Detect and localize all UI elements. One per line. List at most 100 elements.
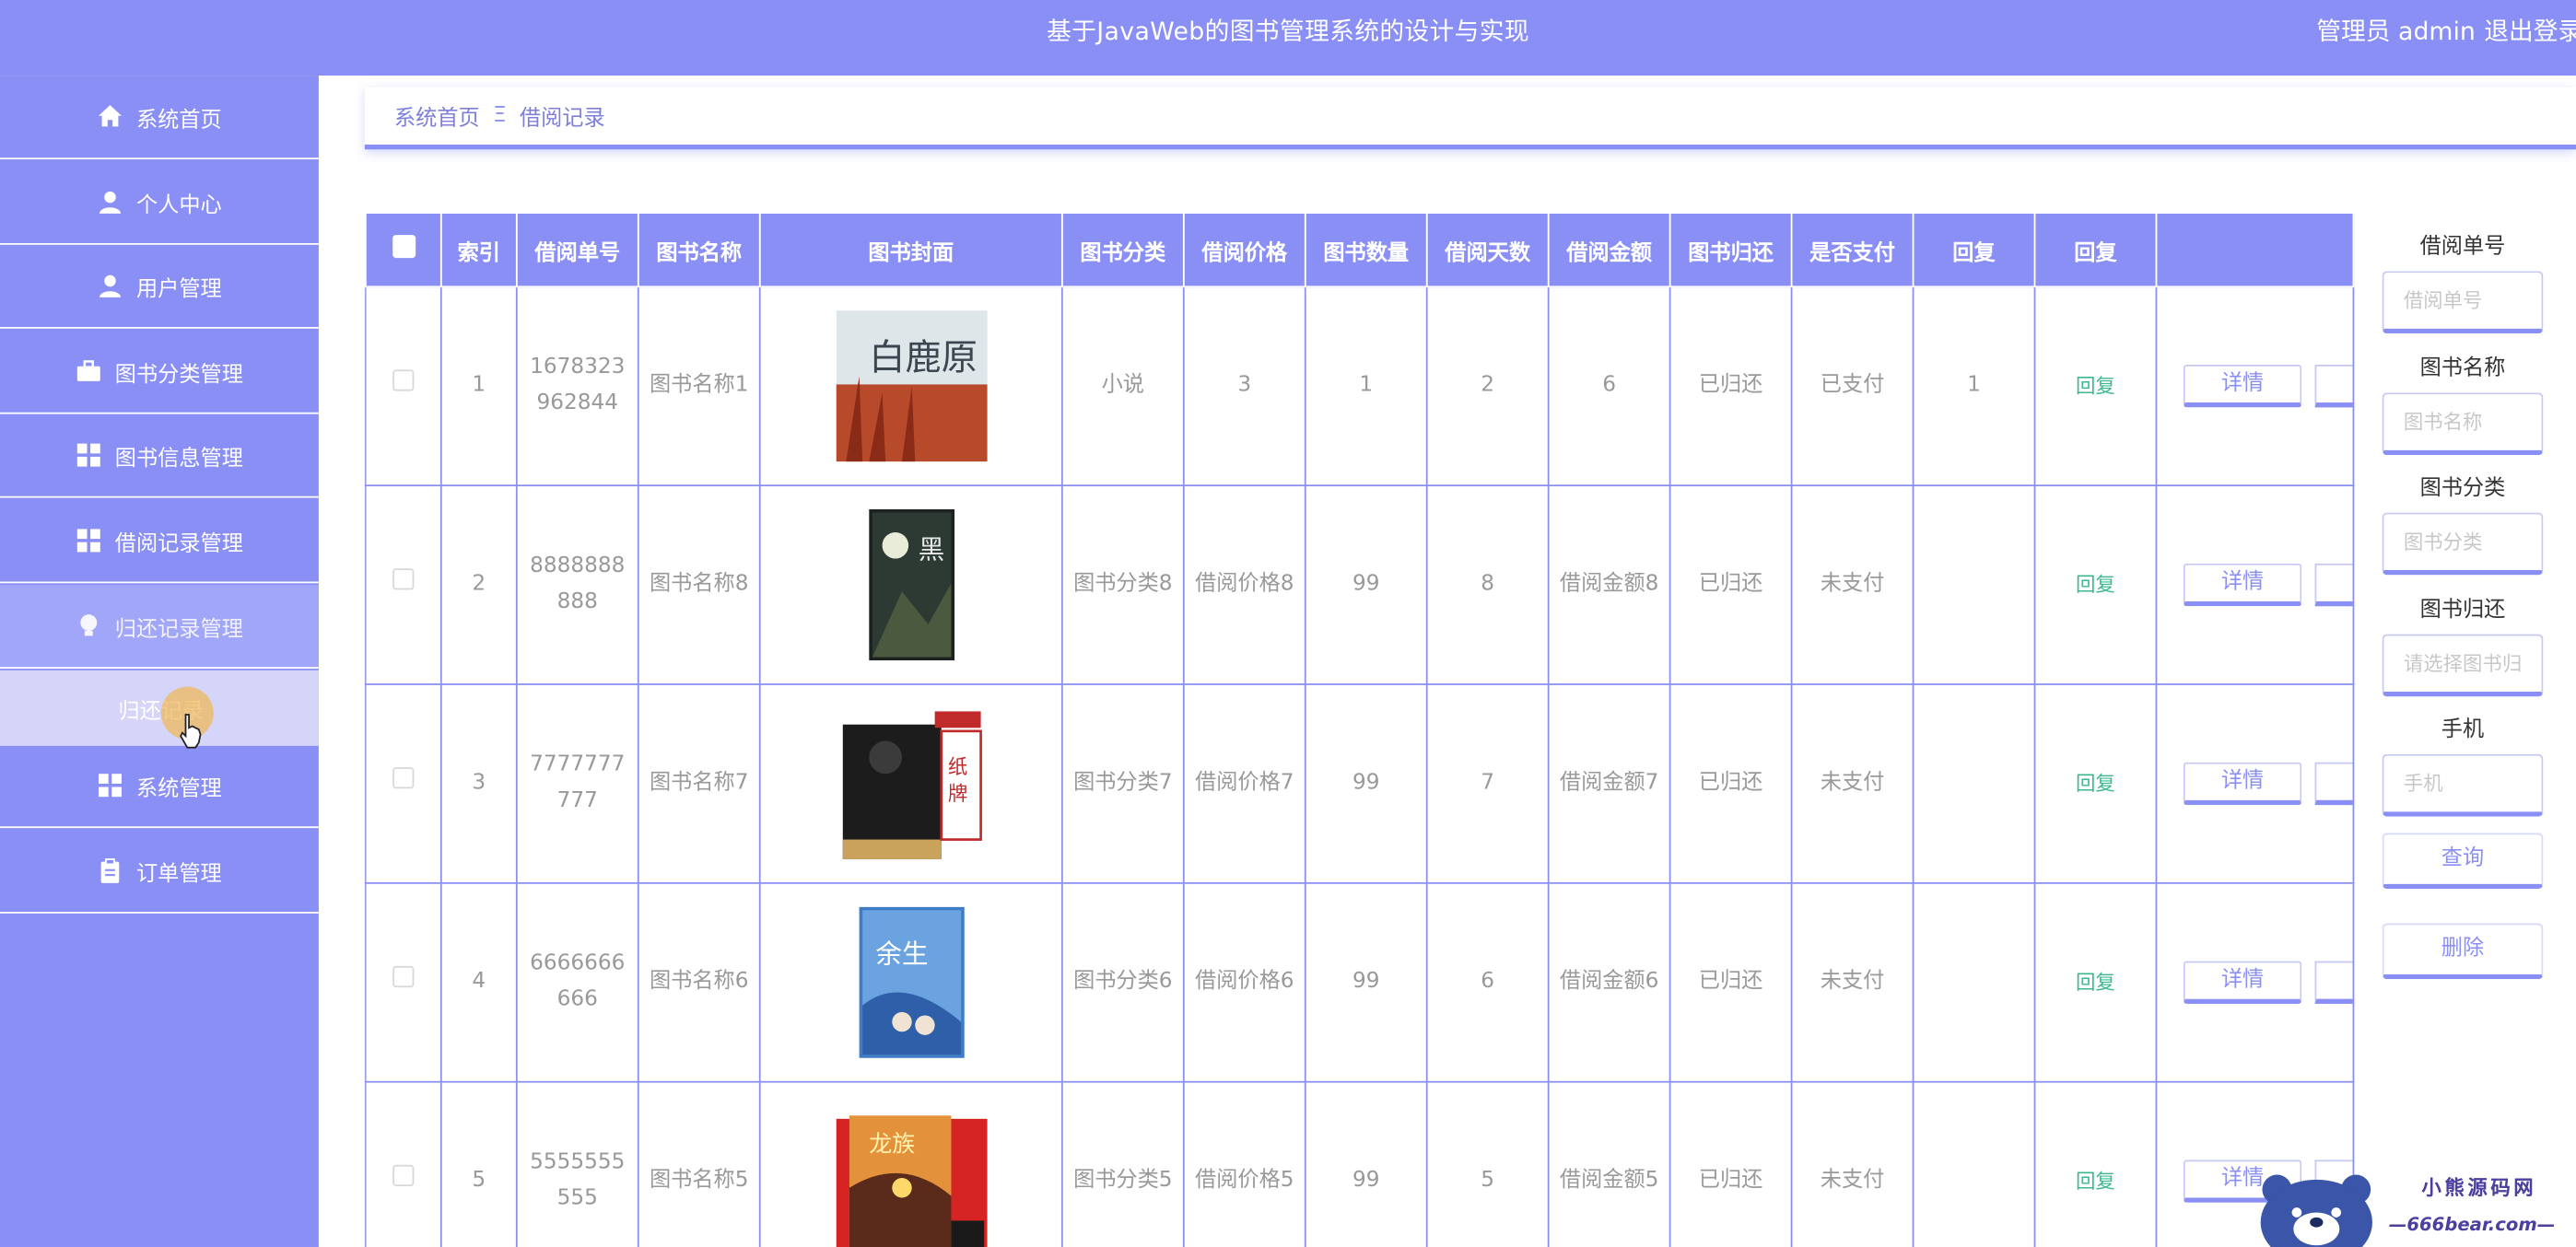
cell-cover: 余生 <box>758 881 1063 1083</box>
cell-amount: 6 <box>1547 286 1671 487</box>
cell-index: 1 <box>439 286 518 487</box>
cell-quantity: 99 <box>1304 683 1428 884</box>
cell-days: 7 <box>1425 683 1550 884</box>
cell-amount: 借阅金额8 <box>1547 484 1671 685</box>
cell-returned: 已归还 <box>1669 1080 1793 1247</box>
cell-amount: 借阅金额6 <box>1547 881 1671 1083</box>
row-checkbox[interactable] <box>392 767 415 789</box>
cell-actions: 详情 <box>2155 484 2355 685</box>
book-name-input[interactable]: 图书名称 <box>2382 392 2544 456</box>
cell-cover: 黑 <box>758 484 1063 685</box>
sidebar-item-orders[interactable]: 订单管理 <box>0 830 319 914</box>
column-header: 回复 <box>1912 212 2036 288</box>
row-select-cell[interactable] <box>364 1080 442 1247</box>
cell-reply-action: 回复 <box>2033 484 2158 685</box>
breadcrumb-home[interactable]: 系统首页 <box>394 100 480 132</box>
reply-button[interactable]: 回复 <box>2076 970 2115 993</box>
row-select-cell[interactable] <box>364 286 442 487</box>
more-action-button[interactable] <box>2314 563 2352 607</box>
cell-book-name: 图书名称6 <box>637 881 761 1083</box>
delete-button[interactable]: 删除 <box>2382 923 2544 980</box>
row-checkbox[interactable] <box>392 568 415 590</box>
reply-button[interactable]: 回复 <box>2076 1169 2115 1192</box>
sidebar-item-label: 订单管理 <box>135 861 222 887</box>
row-checkbox[interactable] <box>392 369 415 391</box>
cell-category: 图书分类6 <box>1060 881 1185 1083</box>
sidebar-item-label: 图书信息管理 <box>114 446 243 472</box>
reply-button[interactable]: 回复 <box>2076 772 2115 795</box>
sidebar-item-profile[interactable]: 个人中心 <box>0 161 319 245</box>
cell-category: 小说 <box>1060 286 1185 487</box>
admin-label: 管理员 admin <box>2316 16 2476 46</box>
sidebar-item-home[interactable]: 系统首页 <box>0 76 319 160</box>
more-action-button[interactable] <box>2314 365 2352 408</box>
row-select-cell[interactable] <box>364 683 442 884</box>
records-table: 索引 借阅单号 图书名称 图书封面 图书分类 借阅价格 图书数量 借阅天数 借阅… <box>364 212 2355 1247</box>
detail-button[interactable]: 详情 <box>2183 563 2302 607</box>
more-action-button[interactable] <box>2314 961 2352 1004</box>
reply-button[interactable]: 回复 <box>2076 573 2115 596</box>
cell-category: 图书分类8 <box>1060 484 1185 685</box>
sidebar-item-system[interactable]: 系统管理 <box>0 744 319 829</box>
logout-button[interactable]: 退出登录 <box>2484 0 2576 63</box>
cell-index: 3 <box>439 683 518 884</box>
table-row: 5 5555555555 图书名称5 龙族 图书分类5 借阅价格5 99 5 借… <box>364 1080 2355 1247</box>
book-cover-image: 纸牌 <box>836 708 987 859</box>
order-no-input[interactable]: 借阅单号 <box>2382 271 2544 334</box>
column-header: 索引 <box>439 212 518 288</box>
cell-reply-action: 回复 <box>2033 881 2158 1083</box>
cell-days: 2 <box>1425 286 1550 487</box>
cell-paid: 未支付 <box>1790 1080 1914 1247</box>
sidebar-item-label: 借阅记录管理 <box>114 531 243 556</box>
book-cover-image: 黑 <box>836 509 987 661</box>
sidebar-item-book-category[interactable]: 图书分类管理 <box>0 331 319 414</box>
detail-button[interactable]: 详情 <box>2183 762 2302 806</box>
row-checkbox[interactable] <box>392 1164 415 1186</box>
detail-button[interactable]: 详情 <box>2183 961 2302 1004</box>
cell-reply-action: 回复 <box>2033 1080 2158 1247</box>
search-label-order-no: 借阅单号 <box>2419 235 2506 260</box>
phone-input[interactable]: 手机 <box>2382 753 2544 817</box>
grid-icon <box>76 442 102 469</box>
sidebar-item-book-info[interactable]: 图书信息管理 <box>0 414 319 498</box>
cell-category: 图书分类7 <box>1060 683 1185 884</box>
book-cover-image: 龙族 <box>835 1106 987 1247</box>
table-row: 2 8888888888 图书名称8 黑 图书分类8 借阅价格8 99 8 借阅… <box>364 484 2355 685</box>
column-header: 借阅金额 <box>1547 212 1671 288</box>
sidebar-item-borrow-records[interactable]: 借阅记录管理 <box>0 499 319 584</box>
cell-days: 8 <box>1425 484 1550 685</box>
query-button[interactable]: 查询 <box>2382 833 2544 890</box>
table-row: 1 1678323962844 图书名称1 白鹿原 小说 3 1 2 6 已归还… <box>364 286 2355 487</box>
sidebar-item-label: 用户管理 <box>135 276 222 302</box>
row-checkbox[interactable] <box>392 965 415 988</box>
column-header: 图书数量 <box>1304 212 1428 288</box>
detail-button[interactable]: 详情 <box>2183 365 2302 408</box>
grid-icon <box>97 772 123 798</box>
briefcase-icon <box>76 358 102 385</box>
cell-book-name: 图书名称8 <box>637 484 761 685</box>
select-all-cell[interactable] <box>364 212 442 288</box>
category-input[interactable]: 图书分类 <box>2382 512 2544 576</box>
cell-paid: 未支付 <box>1790 683 1914 884</box>
svg-text:黑: 黑 <box>918 535 944 565</box>
cell-index: 4 <box>439 881 518 1083</box>
reply-button[interactable]: 回复 <box>2076 374 2115 397</box>
cell-order-no: 6666666666 <box>515 881 639 1083</box>
column-header: 图书归还 <box>1669 212 1793 288</box>
row-select-cell[interactable] <box>364 881 442 1083</box>
cell-reply <box>1912 683 2036 884</box>
submenu-return-records[interactable]: 归还记录 <box>0 670 319 746</box>
user-icon <box>97 273 123 299</box>
returned-select[interactable]: 请选择图书归 <box>2382 634 2544 697</box>
cell-cover: 龙族 <box>758 1080 1063 1247</box>
column-header: 图书封面 <box>758 212 1063 288</box>
select-all-checkbox[interactable] <box>392 235 416 259</box>
sidebar-item-return-records[interactable]: 归还记录管理 <box>0 585 319 670</box>
search-label-phone: 手机 <box>2441 717 2485 743</box>
more-action-button[interactable] <box>2314 762 2352 806</box>
sidebar-item-users[interactable]: 用户管理 <box>0 245 319 329</box>
cell-days: 6 <box>1425 881 1550 1083</box>
cell-paid: 已支付 <box>1790 286 1914 487</box>
svg-text:纸: 纸 <box>947 756 966 779</box>
row-select-cell[interactable] <box>364 484 442 685</box>
